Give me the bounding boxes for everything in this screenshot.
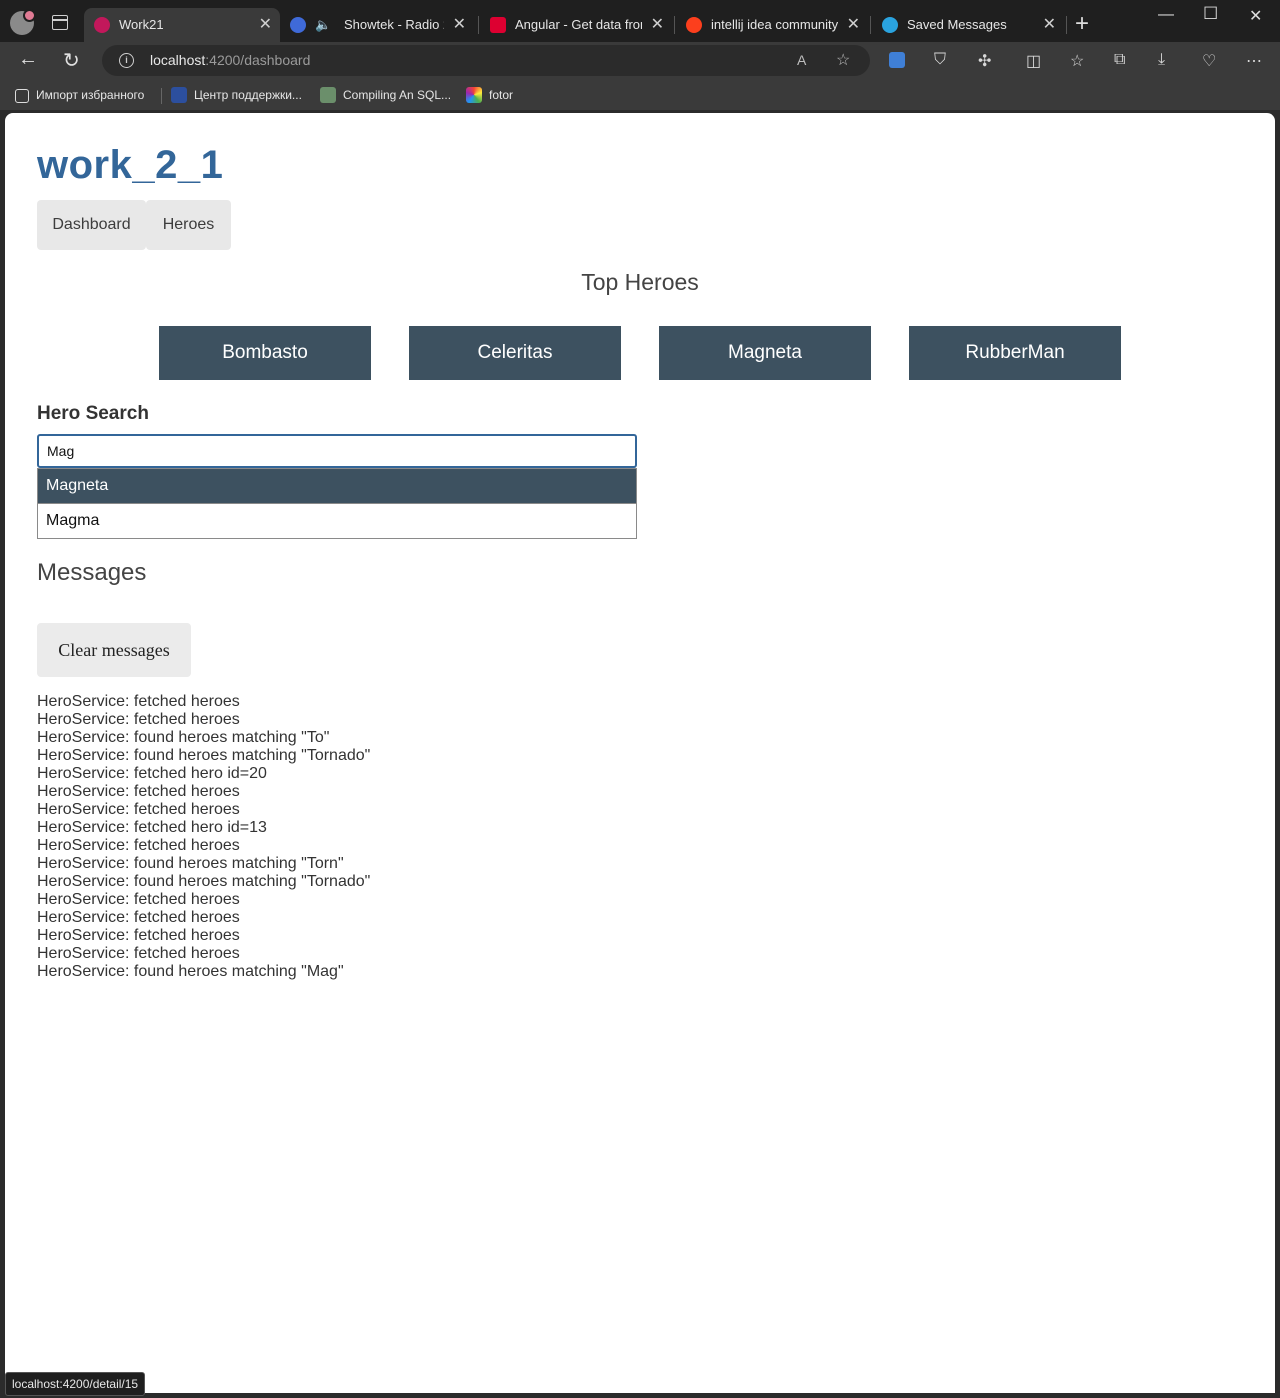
close-tab-icon[interactable]: ✕ bbox=[651, 8, 664, 42]
bookmark-sql[interactable]: Compiling An SQL... bbox=[320, 80, 451, 110]
reload-icon[interactable]: ↻ bbox=[63, 48, 80, 73]
downloads-icon[interactable]: ⤓ bbox=[1158, 51, 1165, 69]
tab-title: Showtek - Radio 28... bbox=[344, 17, 444, 32]
hero-card-rubberman[interactable]: RubberMan bbox=[909, 326, 1121, 380]
tab-angular[interactable]: Angular - Get data from... ✕ bbox=[480, 8, 672, 42]
clear-messages-button[interactable]: Clear messages bbox=[37, 623, 191, 677]
status-bar-url: localhost:4200/detail/15 bbox=[5, 1372, 146, 1396]
bookmark-label: Импорт избранного bbox=[36, 88, 145, 102]
angular-favicon-icon bbox=[94, 17, 110, 33]
bookmarks-bar: Импорт избранного Центр поддержки... Com… bbox=[0, 80, 1280, 110]
message-item: HeroService: fetched heroes bbox=[37, 837, 240, 854]
message-item: HeroService: fetched heroes bbox=[37, 909, 240, 926]
message-item: HeroService: fetched heroes bbox=[37, 927, 240, 944]
close-tab-icon[interactable]: ✕ bbox=[1043, 8, 1056, 42]
search-result-magneta[interactable]: Magneta bbox=[38, 468, 636, 503]
bookmark-fotor[interactable]: fotor bbox=[466, 80, 513, 110]
message-item: HeroService: found heroes matching "Mag" bbox=[37, 963, 344, 980]
message-item: HeroService: found heroes matching "To" bbox=[37, 729, 330, 746]
message-item: HeroService: fetched heroes bbox=[37, 801, 240, 818]
shield-extension-icon[interactable]: ⛉ bbox=[934, 51, 946, 69]
hero-search-label: Hero Search bbox=[37, 403, 149, 424]
bookmark-import[interactable]: Импорт избранного bbox=[15, 80, 144, 110]
import-icon bbox=[15, 89, 29, 103]
tab-title: Angular - Get data from... bbox=[515, 17, 642, 32]
tab-telegram[interactable]: Saved Messages ✕ bbox=[872, 8, 1064, 42]
bookmark-label: Центр поддержки... bbox=[194, 88, 302, 102]
hero-card-magneta[interactable]: Magneta bbox=[659, 326, 871, 380]
translate-extension-icon[interactable] bbox=[889, 52, 905, 68]
sql-favicon-icon bbox=[320, 87, 336, 103]
audio-playing-icon[interactable]: 🔈 bbox=[315, 8, 331, 42]
message-item: HeroService: fetched hero id=20 bbox=[37, 765, 267, 782]
nav-dashboard-link[interactable]: Dashboard bbox=[37, 200, 146, 250]
browser-toolbar: ← ↻ i localhost:4200/dashboard A ☆ ⛉ ✣ ◫… bbox=[0, 42, 1280, 80]
more-menu-icon[interactable]: ⋯ bbox=[1246, 51, 1262, 71]
page-viewport: work_2_1 Dashboard Heroes Top Heroes Bom… bbox=[5, 113, 1275, 1393]
message-item: HeroService: fetched heroes bbox=[37, 783, 240, 800]
minimize-icon[interactable]: — bbox=[1158, 6, 1174, 24]
tab-actions-icon[interactable] bbox=[52, 15, 68, 30]
hero-card-celeritas[interactable]: Celeritas bbox=[409, 326, 621, 380]
site-info-icon[interactable]: i bbox=[119, 53, 134, 68]
message-item: HeroService: found heroes matching "Torn… bbox=[37, 855, 344, 872]
top-heroes-heading: Top Heroes bbox=[581, 269, 699, 295]
yandex-favicon-icon bbox=[686, 17, 702, 33]
tab-title: intellij idea community e... bbox=[711, 17, 838, 32]
bookmark-label: fotor bbox=[489, 88, 514, 102]
app-title: work_2_1 bbox=[37, 143, 224, 187]
favorite-star-icon[interactable]: ☆ bbox=[836, 50, 850, 70]
tab-title: Saved Messages bbox=[907, 17, 1007, 32]
maximize-icon[interactable]: ☐ bbox=[1203, 4, 1218, 24]
close-tab-icon[interactable]: ✕ bbox=[847, 8, 860, 42]
close-tab-icon[interactable]: ✕ bbox=[259, 8, 272, 42]
bookmark-support[interactable]: Центр поддержки... bbox=[171, 80, 302, 110]
close-window-icon[interactable]: ✕ bbox=[1249, 6, 1262, 26]
tab-work21[interactable]: Work21 ✕ bbox=[84, 8, 280, 42]
message-item: HeroService: found heroes matching "Torn… bbox=[37, 747, 371, 764]
browser-tab-strip: Work21 ✕ 🔈 Showtek - Radio 28... ✕ Angul… bbox=[0, 0, 1280, 42]
message-item: HeroService: found heroes matching "Torn… bbox=[37, 873, 371, 890]
search-result-magma[interactable]: Magma bbox=[38, 503, 636, 538]
url-text[interactable]: localhost:4200/dashboard bbox=[150, 45, 310, 76]
messages-list: HeroService: fetched heroes HeroService:… bbox=[37, 693, 370, 981]
split-screen-icon[interactable]: ◫ bbox=[1026, 51, 1041, 71]
message-item: HeroService: fetched heroes bbox=[37, 891, 240, 908]
fotor-favicon-icon bbox=[466, 87, 482, 103]
address-bar[interactable]: i localhost:4200/dashboard A ☆ bbox=[102, 45, 870, 76]
tab-showtek[interactable]: 🔈 Showtek - Radio 28... ✕ bbox=[282, 8, 474, 42]
message-item: HeroService: fetched hero id=13 bbox=[37, 819, 267, 836]
message-item: HeroService: fetched heroes bbox=[37, 711, 240, 728]
url-path: :4200/dashboard bbox=[205, 52, 311, 68]
collections-icon[interactable]: ⧉ bbox=[1114, 51, 1125, 69]
profile-avatar[interactable] bbox=[10, 9, 36, 35]
read-aloud-icon[interactable]: A bbox=[797, 52, 806, 68]
browser-essentials-icon[interactable]: ♡ bbox=[1202, 51, 1216, 71]
hero-search-input[interactable] bbox=[37, 434, 637, 468]
messages-heading: Messages bbox=[37, 559, 147, 586]
tab-yandex[interactable]: intellij idea community e... ✕ bbox=[676, 8, 868, 42]
angular-favicon-icon bbox=[490, 17, 506, 33]
url-host: localhost bbox=[150, 52, 206, 68]
new-tab-icon[interactable]: + bbox=[1075, 10, 1089, 38]
support-favicon-icon bbox=[171, 87, 187, 103]
favorites-icon[interactable]: ☆ bbox=[1070, 51, 1084, 71]
search-results-list: Magneta Magma bbox=[37, 468, 637, 539]
close-tab-icon[interactable]: ✕ bbox=[453, 8, 466, 42]
tab-title: Work21 bbox=[119, 17, 164, 32]
extensions-icon[interactable]: ✣ bbox=[978, 51, 991, 71]
back-icon[interactable]: ← bbox=[18, 48, 38, 71]
message-item: HeroService: fetched heroes bbox=[37, 945, 240, 962]
headphones-favicon-icon bbox=[290, 17, 306, 33]
bookmark-label: Compiling An SQL... bbox=[343, 88, 452, 102]
telegram-favicon-icon bbox=[882, 17, 898, 33]
nav-heroes-link[interactable]: Heroes bbox=[146, 200, 231, 250]
hero-card-bombasto[interactable]: Bombasto bbox=[159, 326, 371, 380]
message-item: HeroService: fetched heroes bbox=[37, 693, 240, 710]
